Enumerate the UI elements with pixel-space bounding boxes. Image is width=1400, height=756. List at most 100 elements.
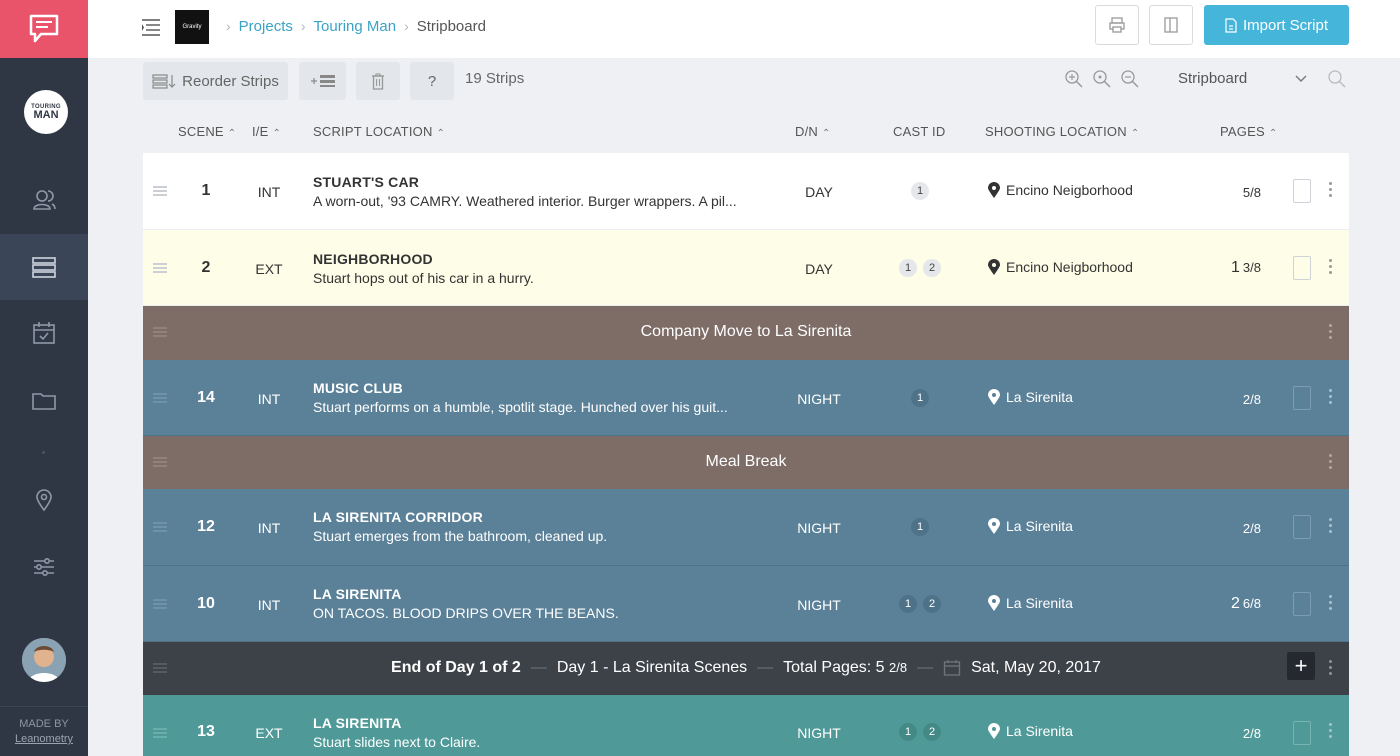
- breadcrumb-separator-icon: ›: [226, 18, 231, 34]
- more-options-icon[interactable]: [1329, 518, 1333, 533]
- scene-sheet-icon[interactable]: [1293, 592, 1311, 616]
- help-button[interactable]: ?: [410, 62, 454, 100]
- drag-handle-icon[interactable]: [153, 522, 167, 532]
- cast-id-badge[interactable]: 1: [911, 182, 929, 200]
- cast-id-badge[interactable]: 1: [899, 259, 917, 277]
- shooting-location: Encino Neigborhood: [988, 182, 1218, 198]
- strip-row[interactable]: 10 INT LA SIRENITA ON TACOS. BLOOD DRIPS…: [143, 566, 1349, 642]
- column-header-pages-label: PAGES: [1220, 124, 1265, 139]
- cast-id-badge[interactable]: 1: [899, 723, 917, 741]
- company-logo[interactable]: Gravity: [175, 10, 209, 44]
- breadcrumb-current: Stripboard: [416, 17, 486, 35]
- scene-description: A worn-out, '93 CAMRY. Weathered interio…: [313, 193, 737, 209]
- drag-handle-icon[interactable]: [153, 186, 167, 196]
- strip-row[interactable]: 12 INT LA SIRENITA CORRIDOR Stuart emerg…: [143, 489, 1349, 566]
- column-header-pages[interactable]: PAGES ⌃: [1220, 124, 1277, 139]
- strip-row[interactable]: 2 EXT NEIGHBORHOOD Stuart hops out of hi…: [143, 230, 1349, 306]
- reorder-strips-button[interactable]: Reorder Strips: [143, 62, 288, 100]
- sidebar-divider: [42, 451, 45, 454]
- scene-sheet-icon[interactable]: [1293, 256, 1311, 280]
- breadcrumb-project[interactable]: Touring Man: [314, 18, 397, 35]
- project-logo-line2: MAN: [33, 108, 59, 121]
- print-button[interactable]: [1095, 5, 1139, 45]
- scene-number: 1: [201, 182, 211, 199]
- help-label: ?: [427, 72, 437, 90]
- panel-toggle-button[interactable]: [1149, 5, 1193, 45]
- document-icon: [1225, 17, 1237, 33]
- column-header-ie-label: I/E: [252, 124, 269, 139]
- page-count: 2/8: [1203, 725, 1261, 743]
- more-options-icon[interactable]: [1329, 723, 1333, 738]
- total-pages: Total Pages: 5 2/8: [783, 659, 907, 677]
- made-by: MADE BY Leanometry: [0, 706, 88, 756]
- column-header-shooting-location[interactable]: SHOOTING LOCATION ⌃: [985, 124, 1139, 139]
- banner-strip[interactable]: Company Move to La Sirenita: [143, 306, 1349, 360]
- drag-handle-icon[interactable]: [153, 263, 167, 273]
- project-logo[interactable]: TOURING MAN: [24, 90, 68, 134]
- scene-sheet-icon[interactable]: [1293, 386, 1311, 410]
- more-options-icon[interactable]: [1329, 595, 1333, 610]
- end-of-day-strip[interactable]: End of Day 1 of 2 — Day 1 - La Sirenita …: [143, 642, 1349, 695]
- breadcrumb-separator-icon: ›: [300, 18, 306, 34]
- column-header-script-location[interactable]: SCRIPT LOCATION ⌃: [313, 124, 445, 139]
- column-header-scene[interactable]: SCENE ⌃: [178, 124, 236, 139]
- strip-row[interactable]: 14 INT MUSIC CLUB Stuart performs on a h…: [143, 360, 1349, 436]
- separator-dash: —: [917, 659, 934, 676]
- more-options-icon[interactable]: [1329, 389, 1333, 404]
- sidebar-item-calendar[interactable]: [0, 300, 88, 366]
- add-strip-button[interactable]: [299, 62, 346, 100]
- shoot-date[interactable]: Sat, May 20, 2017: [971, 659, 1101, 677]
- script-location: STUART'S CAR A worn-out, '93 CAMRY. Weat…: [313, 174, 773, 209]
- scene-sheet-icon[interactable]: [1293, 721, 1311, 745]
- column-header-ie[interactable]: I/E ⌃: [252, 124, 281, 139]
- zoom-reset-icon[interactable]: [1092, 69, 1112, 89]
- search-icon[interactable]: [1327, 69, 1347, 89]
- delete-strip-button[interactable]: [356, 62, 400, 100]
- cast-id-badge[interactable]: 1: [911, 389, 929, 407]
- shooting-location-name: Encino Neigborhood: [1006, 182, 1133, 198]
- sidebar-item-locations[interactable]: [0, 467, 88, 533]
- user-avatar[interactable]: [22, 638, 66, 682]
- view-select[interactable]: Stripboard: [1178, 70, 1308, 87]
- cast-id-badge[interactable]: 2: [923, 595, 941, 613]
- zoom-out-icon[interactable]: [1120, 69, 1140, 89]
- printer-icon: [1109, 17, 1125, 33]
- menu-toggle-icon[interactable]: [140, 16, 164, 38]
- add-day-button[interactable]: +: [1287, 652, 1315, 680]
- cast-id-badge[interactable]: 1: [911, 518, 929, 536]
- column-header-cast-id: CAST ID: [893, 124, 945, 139]
- column-header-dn-label: D/N: [795, 124, 818, 139]
- drag-handle-icon[interactable]: [153, 393, 167, 403]
- made-by-link[interactable]: Leanometry: [0, 732, 88, 747]
- scene-sheet-icon[interactable]: [1293, 179, 1311, 203]
- column-header-dn[interactable]: D/N ⌃: [795, 124, 831, 139]
- scene-sheet-icon[interactable]: [1293, 515, 1311, 539]
- cast-id-badge[interactable]: 2: [923, 259, 941, 277]
- more-options-icon[interactable]: [1329, 182, 1333, 197]
- sidebar-item-files[interactable]: [0, 367, 88, 433]
- cast-id-badge[interactable]: 1: [899, 595, 917, 613]
- drag-handle-icon[interactable]: [153, 599, 167, 609]
- plus-icon: +: [1294, 653, 1308, 678]
- strip-row[interactable]: 13 EXT LA SIRENITA Stuart slides next to…: [143, 695, 1349, 756]
- script-location: LA SIRENITA Stuart slides next to Claire…: [313, 715, 773, 750]
- sidebar-item-stripboard[interactable]: [0, 234, 88, 300]
- more-options-icon[interactable]: [1329, 454, 1333, 469]
- more-options-icon[interactable]: [1329, 259, 1333, 274]
- end-of-day-label: End of Day 1 of 2: [391, 659, 521, 676]
- banner-strip[interactable]: Meal Break: [143, 436, 1349, 489]
- breadcrumb-projects[interactable]: Projects: [239, 18, 293, 35]
- calendar-icon: [33, 322, 55, 344]
- strip-row[interactable]: 1 INT STUART'S CAR A worn-out, '93 CAMRY…: [143, 153, 1349, 230]
- more-options-icon[interactable]: [1329, 324, 1333, 339]
- cast-id-badge[interactable]: 2: [923, 723, 941, 741]
- zoom-in-icon[interactable]: [1064, 69, 1084, 89]
- sidebar-item-settings[interactable]: [0, 534, 88, 600]
- more-options-icon[interactable]: [1329, 660, 1333, 675]
- import-script-button[interactable]: Import Script: [1204, 5, 1349, 45]
- sidebar-item-contacts[interactable]: [0, 167, 88, 233]
- app-logo[interactable]: [0, 0, 88, 58]
- scene-description: Stuart hops out of his car in a hurry.: [313, 270, 534, 286]
- int-ext: INT: [257, 391, 281, 407]
- drag-handle-icon[interactable]: [153, 728, 167, 738]
